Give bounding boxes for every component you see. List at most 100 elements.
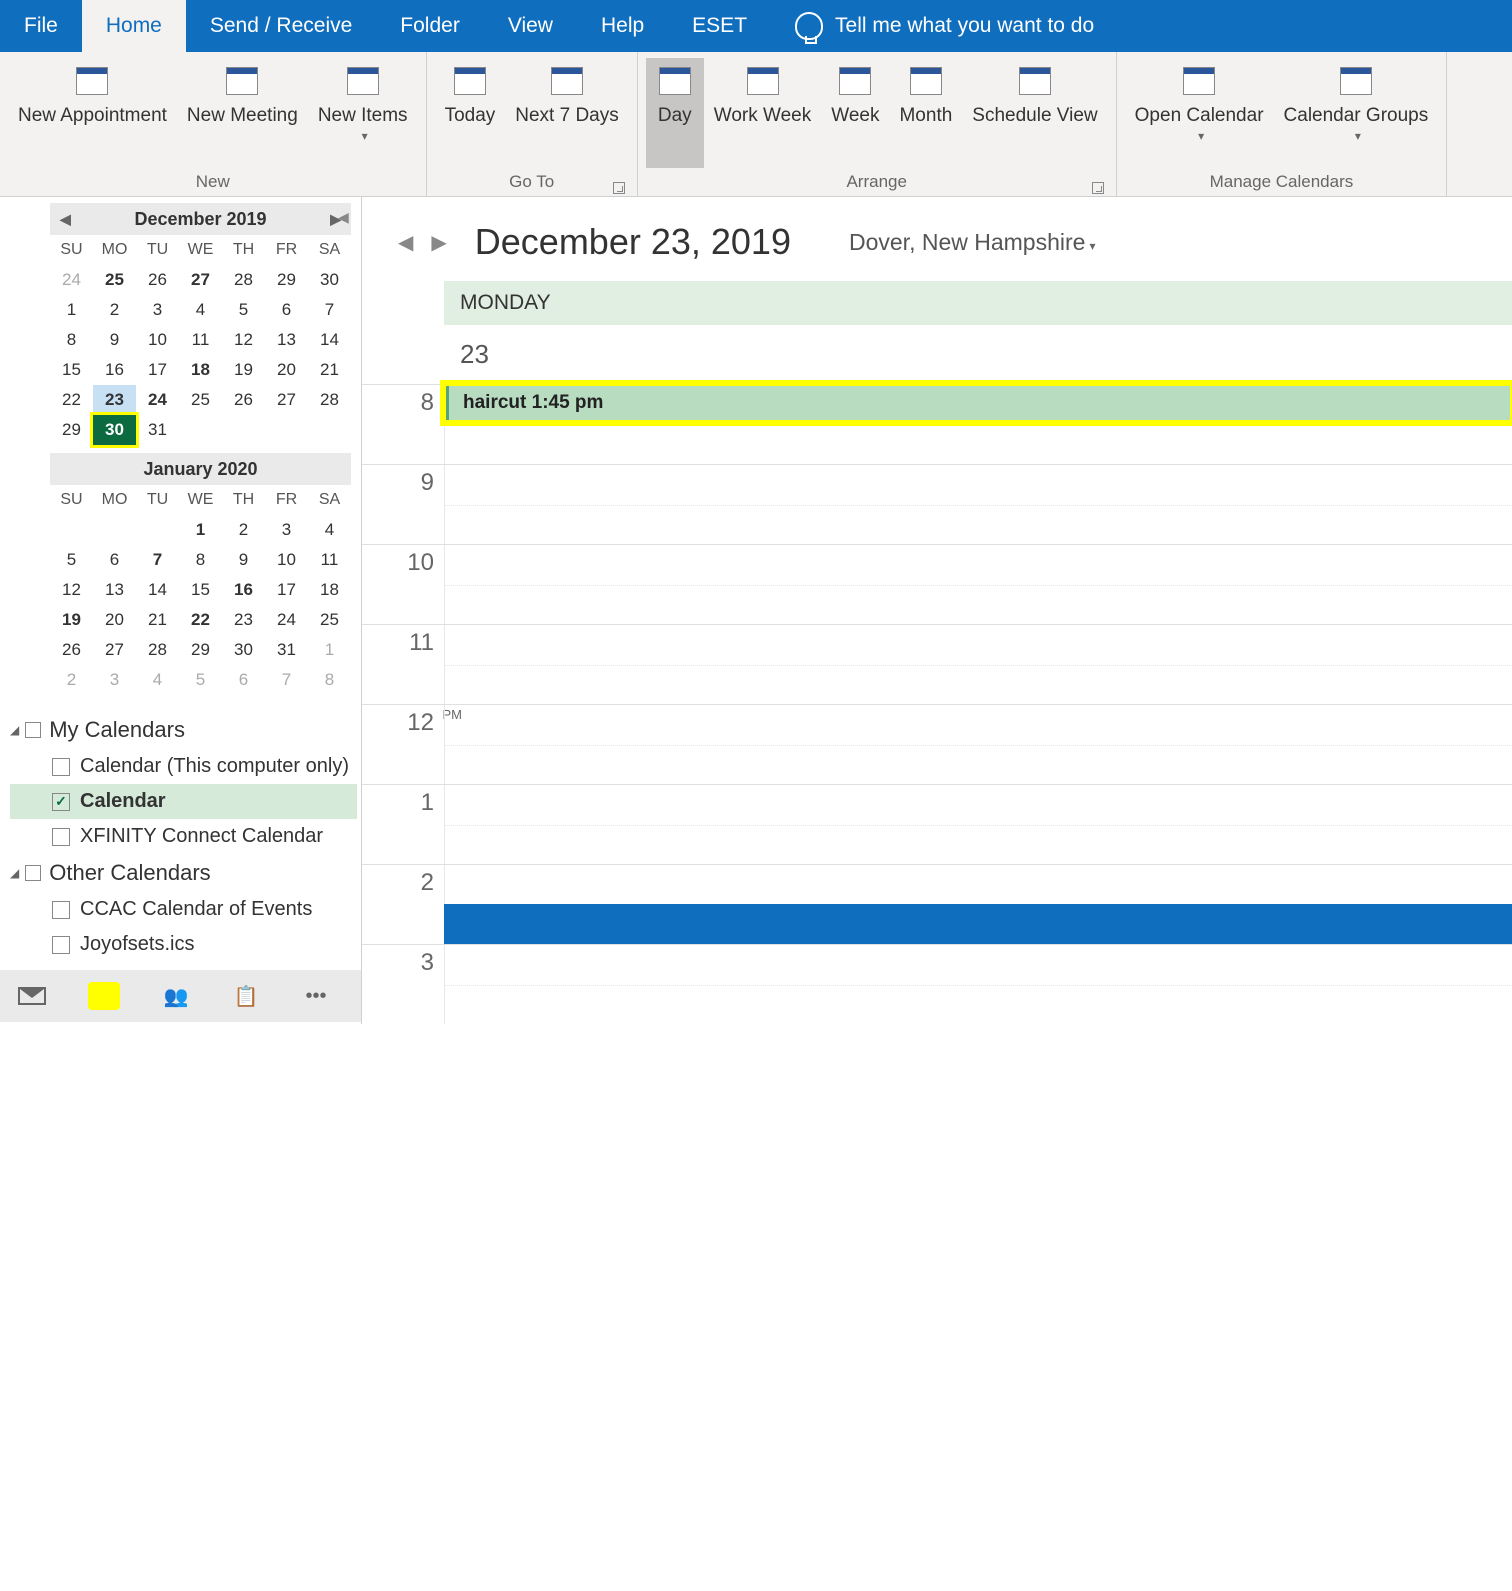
calendar-day[interactable]: 1: [50, 295, 93, 325]
time-slot[interactable]: [444, 945, 1512, 1024]
calendar-day[interactable]: 3: [93, 665, 136, 695]
time-slot[interactable]: [444, 785, 1512, 864]
calendar-day[interactable]: 10: [265, 545, 308, 575]
calendar-day[interactable]: 6: [93, 545, 136, 575]
new-appointment-button[interactable]: New Appointment: [8, 58, 177, 168]
calendar-day[interactable]: 7: [265, 665, 308, 695]
new-items-button[interactable]: New Items: [308, 58, 418, 168]
calendar-groups-button[interactable]: Calendar Groups: [1274, 58, 1439, 168]
calendar-day[interactable]: 3: [265, 515, 308, 545]
calendar-day[interactable]: 1: [308, 635, 351, 665]
prev-day-icon[interactable]: ◀: [398, 230, 413, 255]
calendar-day[interactable]: 12: [50, 575, 93, 605]
time-row[interactable]: 12PM: [362, 704, 1512, 784]
calendar-day[interactable]: 17: [136, 355, 179, 385]
work-week-button[interactable]: Work Week: [704, 58, 822, 168]
calendar-day[interactable]: 20: [93, 605, 136, 635]
calendar-day[interactable]: 31: [136, 415, 179, 445]
schedule-view-button[interactable]: Schedule View: [962, 58, 1107, 168]
calendar-day[interactable]: 2: [50, 665, 93, 695]
calendar-day[interactable]: 7: [308, 295, 351, 325]
calendar-day[interactable]: 25: [93, 265, 136, 295]
calendar-day[interactable]: 2: [222, 515, 265, 545]
calendar-day[interactable]: 27: [179, 265, 222, 295]
calendar-day[interactable]: 21: [136, 605, 179, 635]
calendar-day[interactable]: 19: [222, 355, 265, 385]
calendar-day[interactable]: 15: [179, 575, 222, 605]
calendar-item[interactable]: Joyofsets.ics: [10, 927, 357, 962]
calendar-day[interactable]: 31: [265, 635, 308, 665]
calendar-day[interactable]: 14: [136, 575, 179, 605]
calendar-day[interactable]: 13: [93, 575, 136, 605]
calendar-day[interactable]: 28: [222, 265, 265, 295]
today-button[interactable]: Today: [435, 58, 506, 168]
calendar-day[interactable]: 23: [93, 385, 136, 415]
tab-home[interactable]: Home: [82, 0, 186, 52]
calendar-day[interactable]: 22: [179, 605, 222, 635]
calendar-day[interactable]: 16: [222, 575, 265, 605]
arrange-dialog-launcher[interactable]: [1092, 182, 1104, 194]
tab-sendreceive[interactable]: Send / Receive: [186, 0, 376, 52]
calendar-day[interactable]: 26: [136, 265, 179, 295]
calendar-day[interactable]: 19: [50, 605, 93, 635]
calendar-day[interactable]: 9: [93, 325, 136, 355]
calendar-day[interactable]: 29: [265, 265, 308, 295]
calendar-day[interactable]: 20: [265, 355, 308, 385]
tasks-nav-icon[interactable]: 📋: [232, 985, 260, 1007]
calendar-day[interactable]: 8: [308, 665, 351, 695]
calendar-day[interactable]: 1: [179, 515, 222, 545]
tab-folder[interactable]: Folder: [376, 0, 484, 52]
calendar-item[interactable]: ✓Calendar: [10, 784, 357, 819]
tab-view[interactable]: View: [484, 0, 577, 52]
time-slot[interactable]: [444, 705, 1512, 784]
tab-file[interactable]: File: [0, 0, 82, 52]
calendar-event[interactable]: haircut 1:45 pm: [444, 384, 1512, 422]
calendar-day[interactable]: 7: [136, 545, 179, 575]
time-slot[interactable]: [444, 625, 1512, 704]
next7-button[interactable]: Next 7 Days: [505, 58, 628, 168]
calendar-day[interactable]: 18: [179, 355, 222, 385]
open-calendar-button[interactable]: Open Calendar: [1125, 58, 1274, 168]
mail-nav-icon[interactable]: [18, 985, 46, 1007]
calendar-day[interactable]: 11: [179, 325, 222, 355]
calendar-day[interactable]: 10: [136, 325, 179, 355]
calendar-day[interactable]: 28: [308, 385, 351, 415]
time-row[interactable]: 3: [362, 944, 1512, 1024]
calendar-day[interactable]: 8: [50, 325, 93, 355]
week-button[interactable]: Week: [821, 58, 889, 168]
calendar-day[interactable]: 30: [222, 635, 265, 665]
time-row[interactable]: 10: [362, 544, 1512, 624]
calendar-day[interactable]: 18: [308, 575, 351, 605]
calendar-day[interactable]: 28: [136, 635, 179, 665]
calendar-day[interactable]: 29: [50, 415, 93, 445]
calendar-day[interactable]: 27: [265, 385, 308, 415]
calendar-day[interactable]: 17: [265, 575, 308, 605]
more-nav-icon[interactable]: •••: [302, 985, 330, 1007]
calendar-day[interactable]: 27: [93, 635, 136, 665]
tell-me-search[interactable]: Tell me what you want to do: [835, 14, 1094, 38]
calendar-day[interactable]: 6: [222, 665, 265, 695]
calendar-day[interactable]: 26: [50, 635, 93, 665]
collapse-sidebar-icon[interactable]: ◀: [338, 209, 349, 226]
calendar-day[interactable]: 5: [222, 295, 265, 325]
calendar-day[interactable]: 5: [179, 665, 222, 695]
calendar-day[interactable]: 8: [179, 545, 222, 575]
calendar-day[interactable]: 30: [308, 265, 351, 295]
day-number[interactable]: 23: [444, 325, 1512, 384]
calendar-day[interactable]: 14: [308, 325, 351, 355]
calendar-day[interactable]: 9: [222, 545, 265, 575]
calendar-day[interactable]: 26: [222, 385, 265, 415]
calendar-day[interactable]: 24: [136, 385, 179, 415]
calendar-day[interactable]: 2: [93, 295, 136, 325]
calendar-item[interactable]: XFINITY Connect Calendar: [10, 819, 357, 854]
calendar-day[interactable]: 5: [50, 545, 93, 575]
calendar-group-header[interactable]: ◢Other Calendars: [10, 854, 357, 892]
next-day-icon[interactable]: ▶: [431, 230, 446, 255]
calendar-day[interactable]: 30: [93, 415, 136, 445]
tab-eset[interactable]: ESET: [668, 0, 771, 52]
calendar-day[interactable]: 4: [308, 515, 351, 545]
calendar-day[interactable]: 29: [179, 635, 222, 665]
calendar-item[interactable]: CCAC Calendar of Events: [10, 892, 357, 927]
time-row[interactable]: 11: [362, 624, 1512, 704]
calendar-day[interactable]: 21: [308, 355, 351, 385]
